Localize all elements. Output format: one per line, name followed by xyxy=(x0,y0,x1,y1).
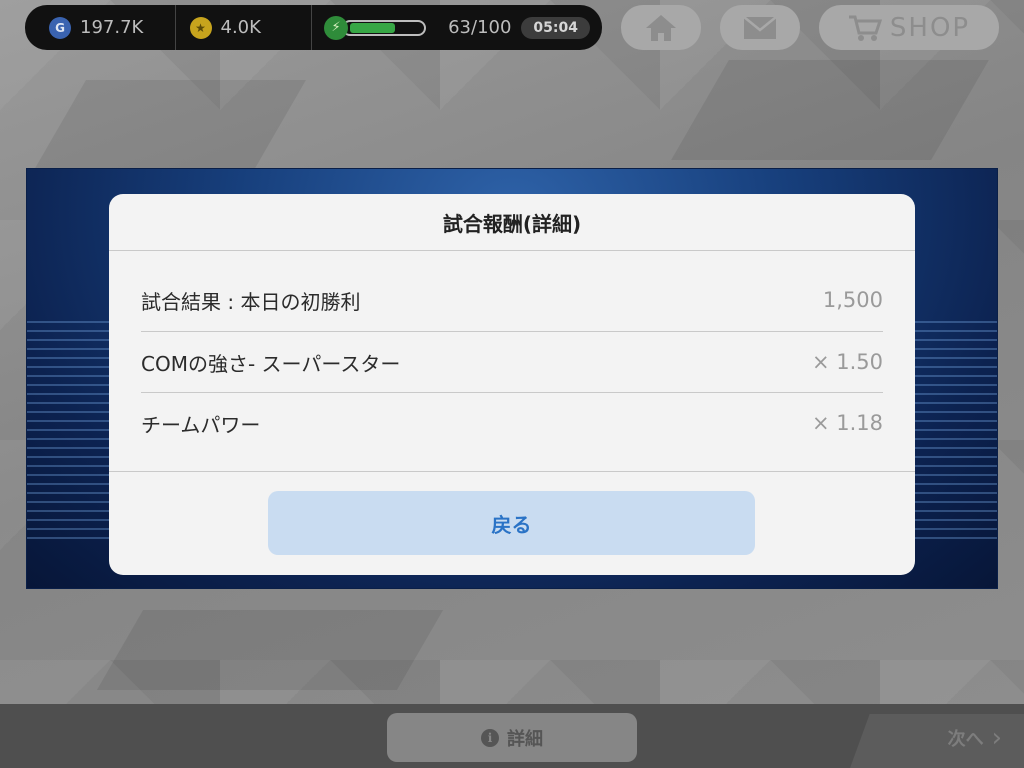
reward-detail-dialog: 試合報酬(詳細) 試合結果 : 本日の初勝利 1,500 COMの強さ- スーパ… xyxy=(109,194,915,575)
reward-list: 試合結果 : 本日の初勝利 1,500 COMの強さ- スーパースター × 1.… xyxy=(109,251,915,453)
divider xyxy=(109,471,915,472)
coin-value: 4.0K xyxy=(220,17,261,38)
energy-bar xyxy=(342,19,427,36)
reward-label: チームパワー xyxy=(141,412,261,437)
mail-button[interactable] xyxy=(720,5,800,50)
home-button[interactable] xyxy=(621,5,701,50)
reward-label: COMの強さ- スーパースター xyxy=(141,351,401,376)
reward-value: × 1.50 xyxy=(811,350,883,374)
info-icon: i xyxy=(481,728,499,747)
shop-button[interactable]: SHOP xyxy=(819,5,999,50)
gp-icon: G xyxy=(49,16,71,39)
dialog-title: 試合報酬(詳細) xyxy=(109,194,915,251)
detail-label: 詳細 xyxy=(507,728,543,750)
status-bar: G 197.7K ★ 4.0K ⚡ 63/100 05:04 xyxy=(25,5,602,50)
back-button[interactable]: 戻る xyxy=(268,491,755,555)
lightning-icon: ⚡ xyxy=(324,15,349,40)
energy-bar-fill xyxy=(350,22,396,33)
reward-value: × 1.18 xyxy=(811,411,883,435)
mail-icon xyxy=(743,15,777,39)
reward-value: 1,500 xyxy=(822,288,883,312)
energy-counter: ⚡ 63/100 05:04 xyxy=(311,5,602,50)
energy-timer: 05:04 xyxy=(521,16,590,39)
gp-counter: G 197.7K xyxy=(25,5,175,50)
bottom-bar: i 詳細 次へ › xyxy=(0,704,1024,768)
background-shape xyxy=(96,610,444,690)
reward-row-com-strength: COMの強さ- スーパースター × 1.50 xyxy=(141,331,883,392)
shop-label: SHOP xyxy=(889,12,971,43)
reward-row-team-power: チームパワー × 1.18 xyxy=(141,392,883,453)
detail-button[interactable]: i 詳細 xyxy=(387,713,637,762)
chevron-right-icon: › xyxy=(991,723,1002,753)
gp-value: 197.7K xyxy=(80,17,144,38)
next-button[interactable]: 次へ › xyxy=(948,723,1002,753)
star-coin-icon: ★ xyxy=(189,16,212,39)
home-icon xyxy=(646,14,676,41)
cart-icon xyxy=(848,15,882,41)
energy-value: 63/100 xyxy=(448,17,512,38)
reward-row-match-result: 試合結果 : 本日の初勝利 1,500 xyxy=(141,251,883,331)
reward-label: 試合結果 : 本日の初勝利 xyxy=(141,289,361,314)
coin-counter: ★ 4.0K xyxy=(174,5,312,50)
next-label: 次へ xyxy=(947,729,984,750)
